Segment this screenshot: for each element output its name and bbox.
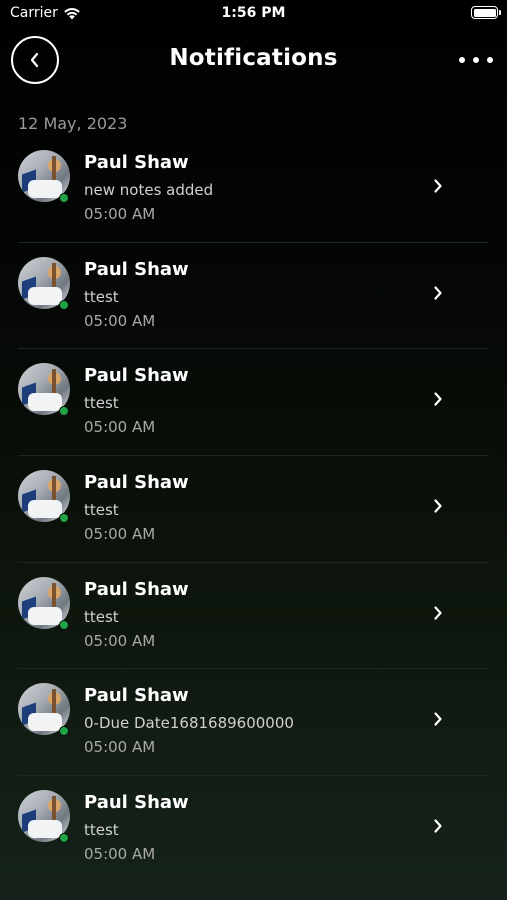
notification-item[interactable]: Paul Shaw ttest 05:00 AM (18, 776, 489, 883)
notification-time: 05:00 AM (84, 631, 156, 650)
online-status-dot (59, 619, 69, 630)
sender-name: Paul Shaw (84, 472, 189, 494)
chevron-right-icon (434, 499, 442, 513)
chevron-right-icon (434, 606, 442, 620)
chevron-right-icon (434, 392, 442, 406)
sender-name: Paul Shaw (84, 365, 189, 387)
notification-item[interactable]: Paul Shaw ttest 05:00 AM (18, 243, 489, 350)
notification-time: 05:00 AM (84, 525, 156, 544)
chevron-right-icon (434, 286, 442, 300)
online-status-dot (59, 726, 69, 737)
sender-name: Paul Shaw (84, 685, 189, 707)
notification-time: 05:00 AM (84, 738, 156, 757)
more-options-button[interactable] (459, 51, 493, 69)
status-bar: Carrier 1:56 PM (0, 0, 507, 28)
notification-item[interactable]: Paul Shaw ttest 05:00 AM (18, 563, 489, 670)
chevron-right-icon (434, 712, 442, 727)
status-time: 1:56 PM (221, 5, 286, 21)
notification-message: new notes added (84, 181, 214, 199)
notification-message: ttest (84, 501, 119, 520)
chevron-right-icon (434, 179, 442, 193)
sender-name: Paul Shaw (84, 152, 189, 173)
header: Notifications (0, 34, 507, 88)
notification-message: 0-Due Date1681689600000 (84, 714, 294, 733)
notification-message: ttest (84, 287, 119, 306)
notification-message: ttest (84, 607, 119, 626)
more-horizontal-icon (459, 57, 465, 63)
notification-item[interactable]: Paul Shaw ttest 05:00 AM (18, 349, 489, 457)
notification-item[interactable]: Paul Shaw ttest 05:00 AM (18, 456, 489, 563)
date-group-label: 12 May, 2023 (18, 114, 128, 133)
chevron-right-icon (434, 819, 442, 833)
notification-list: Paul Shaw new notes added 05:00 AM Paul … (0, 136, 507, 883)
sender-name: Paul Shaw (84, 578, 189, 600)
notification-item[interactable]: Paul Shaw new notes added 05:00 AM (18, 136, 489, 243)
notification-time: 05:00 AM (84, 205, 156, 223)
notification-message: ttest (84, 821, 119, 840)
page-title: Notifications (169, 45, 338, 71)
online-status-dot (59, 193, 69, 203)
sender-name: Paul Shaw (84, 258, 189, 280)
sender-name: Paul Shaw (84, 792, 189, 814)
online-status-dot (59, 299, 69, 310)
notification-time: 05:00 AM (84, 311, 156, 330)
online-status-dot (59, 406, 69, 417)
notification-message: ttest (84, 394, 119, 413)
online-status-dot (59, 513, 69, 524)
notification-time: 05:00 AM (84, 418, 156, 437)
notification-item[interactable]: Paul Shaw 0-Due Date1681689600000 05:00 … (18, 669, 489, 777)
notification-time: 05:00 AM (84, 845, 156, 864)
battery-icon (471, 6, 501, 19)
online-status-dot (59, 833, 69, 844)
